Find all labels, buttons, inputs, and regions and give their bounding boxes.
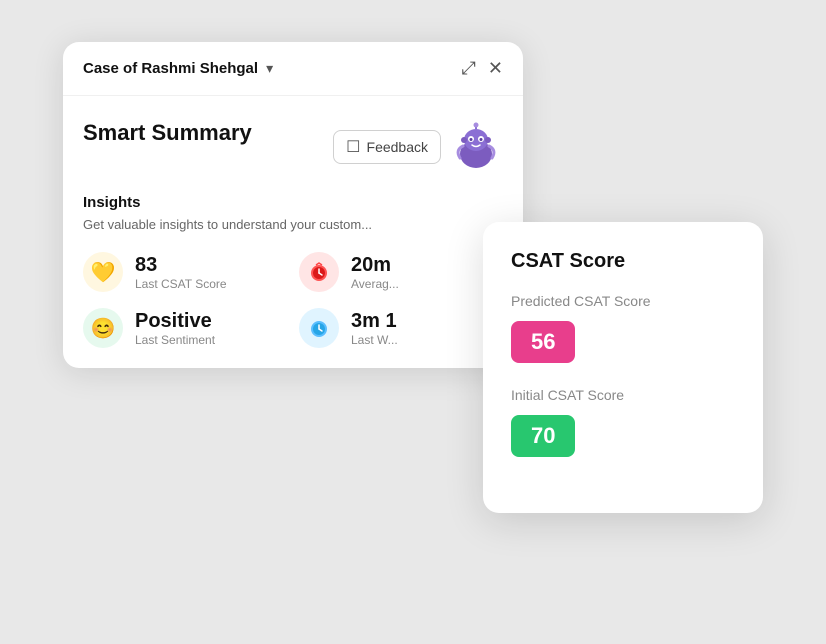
predicted-csat-label: Predicted CSAT Score: [511, 293, 735, 309]
feedback-icon: ☐: [346, 137, 360, 157]
card-header: Case of Rashmi Shehgal ▾ ⤢ ✕: [63, 42, 523, 96]
expand-icon[interactable]: ⤢: [462, 58, 476, 79]
avg-time-icon: [299, 252, 339, 292]
metrics-grid: 💛 83 Last CSAT Score: [83, 252, 503, 348]
header-actions: ⤢ ✕: [462, 58, 504, 79]
metric-last-wait: 3m 1 Last W...: [299, 308, 503, 348]
sentiment-icon: 😊: [83, 308, 123, 348]
metric-label-csat: Last CSAT Score: [135, 277, 227, 291]
metric-label-sentiment: Last Sentiment: [135, 333, 215, 347]
metric-last-csat: 💛 83 Last CSAT Score: [83, 252, 287, 292]
metric-sentiment: 😊 Positive Last Sentiment: [83, 308, 287, 348]
metric-value-csat: 83: [135, 253, 227, 277]
metric-text-avgtime: 20m Averag...: [351, 253, 399, 291]
metric-value-lastwait: 3m 1: [351, 309, 398, 333]
metric-label-lastwait: Last W...: [351, 333, 398, 347]
metric-avg-time: 20m Averag...: [299, 252, 503, 292]
csat-score-card: CSAT Score Predicted CSAT Score 56 Initi…: [483, 222, 763, 513]
smart-summary-title: Smart Summary: [83, 120, 252, 146]
header-title-group: Case of Rashmi Shehgal ▾: [83, 60, 273, 77]
initial-csat-label: Initial CSAT Score: [511, 387, 735, 403]
robot-mascot: [449, 120, 503, 174]
metric-text-csat: 83 Last CSAT Score: [135, 253, 227, 291]
smart-summary-section: Smart Summary ☐ Feedback: [63, 96, 523, 368]
main-card: Case of Rashmi Shehgal ▾ ⤢ ✕ Smart Summa…: [63, 42, 523, 368]
close-icon[interactable]: ✕: [488, 58, 503, 79]
insights-label: Insights: [83, 194, 503, 211]
metric-text-lastwait: 3m 1 Last W...: [351, 309, 398, 347]
feedback-button[interactable]: ☐ Feedback: [333, 130, 441, 164]
smart-summary-right: ☐ Feedback: [333, 120, 503, 174]
wait-time-icon: [299, 308, 339, 348]
case-title: Case of Rashmi Shehgal: [83, 60, 258, 77]
initial-csat-value: 70: [511, 415, 575, 457]
smart-summary-header: Smart Summary ☐ Feedback: [83, 120, 503, 174]
csat-score-icon: 💛: [83, 252, 123, 292]
chevron-down-icon[interactable]: ▾: [266, 60, 273, 77]
csat-card-title: CSAT Score: [511, 250, 735, 273]
metric-label-avgtime: Averag...: [351, 277, 399, 291]
metric-value-avgtime: 20m: [351, 253, 399, 277]
predicted-csat-value: 56: [511, 321, 575, 363]
metric-value-sentiment: Positive: [135, 309, 215, 333]
insights-desc: Get valuable insights to understand your…: [83, 217, 423, 232]
metric-text-sentiment: Positive Last Sentiment: [135, 309, 215, 347]
feedback-label: Feedback: [367, 139, 428, 155]
